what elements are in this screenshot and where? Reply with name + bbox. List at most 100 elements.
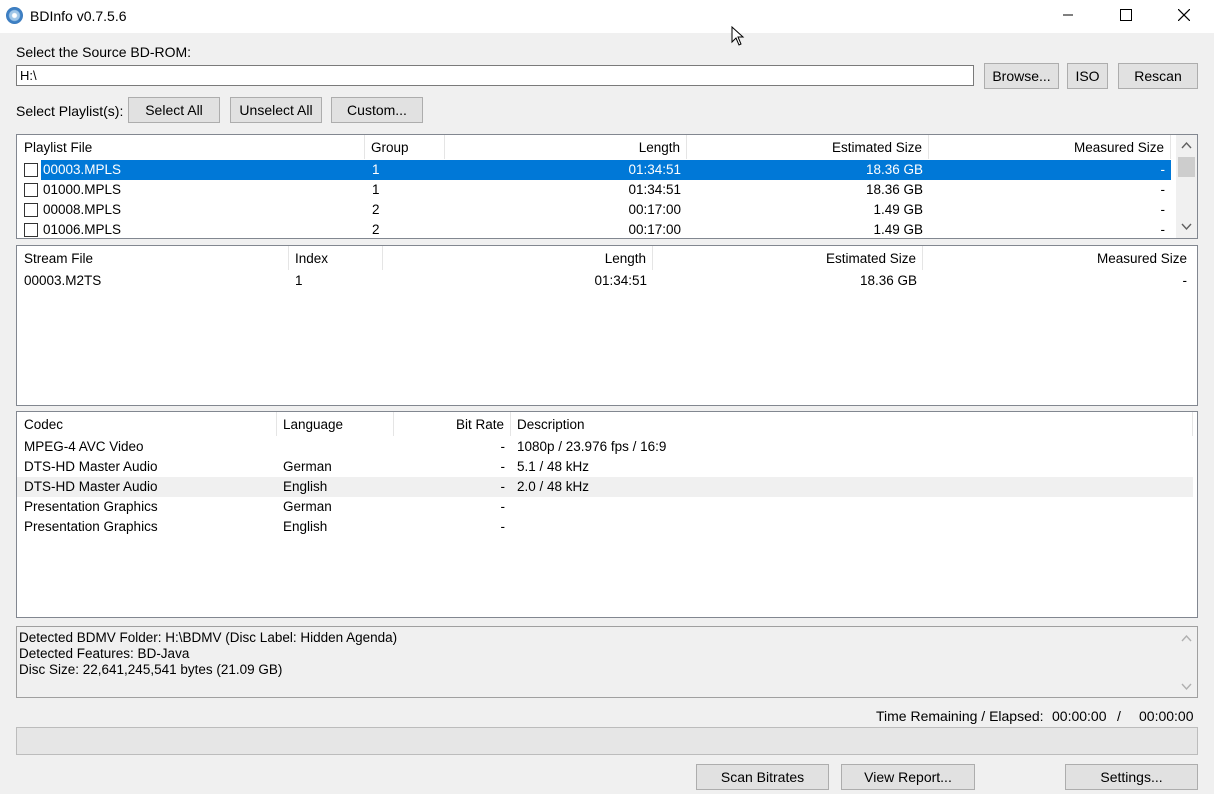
stream-length: 01:34:51 <box>594 273 647 288</box>
playlist-scrollbar[interactable] <box>1176 135 1197 238</box>
rescan-button[interactable]: Rescan <box>1118 63 1198 89</box>
playlist-checkbox[interactable] <box>24 183 38 197</box>
title-bar: BDInfo v0.7.5.6 <box>0 0 1214 33</box>
info-line-disc-size: Disc Size: 22,641,245,541 bytes (21.09 G… <box>19 662 283 677</box>
playlist-file: 01000.MPLS <box>43 182 122 197</box>
playlist-checkbox[interactable] <box>24 163 38 177</box>
playlist-row[interactable]: 01006.MPLS 2 00:17:00 1.49 GB - <box>17 220 1171 238</box>
codec-language: German <box>283 459 332 474</box>
chevron-up-icon[interactable] <box>1181 141 1192 149</box>
time-elapsed: 00:00:00 <box>1139 708 1194 724</box>
info-scrollbar[interactable] <box>1176 627 1197 697</box>
playlist-row[interactable]: 01000.MPLS 1 01:34:51 18.36 GB - <box>17 180 1171 200</box>
time-label: Time Remaining / Elapsed: <box>876 708 1044 724</box>
col-measured-size[interactable]: Measured Size <box>929 135 1171 159</box>
chevron-up-icon[interactable] <box>1181 634 1192 642</box>
scan-bitrates-button[interactable]: Scan Bitrates <box>696 764 829 790</box>
codec-bit-rate: - <box>500 439 506 454</box>
codec-table[interactable]: Codec Language Bit Rate Description MPEG… <box>16 411 1198 618</box>
maximize-button[interactable] <box>1097 0 1155 30</box>
playlist-estimated-size: 18.36 GB <box>865 182 923 197</box>
time-remaining: 00:00:00 <box>1052 708 1107 724</box>
playlist-length: 00:17:00 <box>628 202 681 217</box>
stream-row[interactable]: 00003.M2TS 1 01:34:51 18.36 GB - <box>17 271 1197 291</box>
stream-estimated-size: 18.36 GB <box>859 273 917 288</box>
select-all-button[interactable]: Select All <box>128 97 220 123</box>
playlist-label: Select Playlist(s): <box>16 103 124 119</box>
col-stream-length[interactable]: Length <box>383 246 653 270</box>
playlist-file: 00003.MPLS <box>43 162 122 177</box>
source-path-input[interactable]: H:\ <box>16 65 974 86</box>
playlist-row[interactable]: 00003.MPLS 1 01:34:51 18.36 GB - <box>17 160 1171 180</box>
playlist-table[interactable]: Playlist File Group Length Estimated Siz… <box>16 134 1198 239</box>
iso-button[interactable]: ISO <box>1067 63 1108 89</box>
playlist-row[interactable]: 00008.MPLS 2 00:17:00 1.49 GB - <box>17 200 1171 220</box>
stream-measured-size: - <box>1182 273 1188 288</box>
col-codec[interactable]: Codec <box>17 412 277 436</box>
disc-info-textarea[interactable]: Detected BDMV Folder: H:\BDMV (Disc Labe… <box>16 626 1198 698</box>
scan-progress-bar <box>16 727 1198 755</box>
col-stream-measured-size[interactable]: Measured Size <box>923 246 1193 270</box>
col-description[interactable]: Description <box>511 412 1193 436</box>
playlist-length: 01:34:51 <box>628 182 681 197</box>
playlist-checkbox[interactable] <box>24 223 38 237</box>
codec-language: English <box>283 519 328 534</box>
codec-description: 1080p / 23.976 fps / 16:9 <box>517 439 667 454</box>
col-bit-rate[interactable]: Bit Rate <box>394 412 511 436</box>
browse-button[interactable]: Browse... <box>984 63 1059 89</box>
custom-button[interactable]: Custom... <box>331 97 423 123</box>
codec-row[interactable]: DTS-HD Master Audio English - 2.0 / 48 k… <box>17 477 1193 497</box>
scrollbar-thumb[interactable] <box>1178 157 1195 177</box>
chevron-down-icon[interactable] <box>1181 223 1192 231</box>
playlist-group: 2 <box>372 202 380 217</box>
col-estimated-size[interactable]: Estimated Size <box>687 135 929 159</box>
settings-button[interactable]: Settings... <box>1065 764 1198 790</box>
close-icon <box>1178 9 1190 21</box>
playlist-group: 1 <box>372 162 380 177</box>
codec-row[interactable]: Presentation Graphics English - <box>17 517 1193 537</box>
stream-table[interactable]: Stream File Index Length Estimated Size … <box>16 245 1198 406</box>
time-separator: / <box>1117 708 1121 724</box>
minimize-button[interactable] <box>1039 0 1097 30</box>
codec-name: MPEG-4 AVC Video <box>24 439 144 454</box>
playlist-file: 01006.MPLS <box>43 222 122 237</box>
playlist-checkbox[interactable] <box>24 203 38 217</box>
playlist-group: 1 <box>372 182 380 197</box>
chevron-down-icon[interactable] <box>1181 683 1192 691</box>
col-length[interactable]: Length <box>445 135 687 159</box>
codec-language: German <box>283 499 332 514</box>
playlist-measured-size: - <box>1160 162 1166 177</box>
codec-language: English <box>283 479 328 494</box>
col-stream-file[interactable]: Stream File <box>17 246 289 270</box>
codec-bit-rate: - <box>500 499 506 514</box>
col-language[interactable]: Language <box>277 412 394 436</box>
col-group[interactable]: Group <box>365 135 445 159</box>
codec-description: 2.0 / 48 kHz <box>517 479 590 494</box>
playlist-length: 00:17:00 <box>628 222 681 237</box>
playlist-measured-size: - <box>1160 182 1166 197</box>
view-report-button[interactable]: View Report... <box>841 764 975 790</box>
unselect-all-button[interactable]: Unselect All <box>230 97 322 123</box>
maximize-icon <box>1120 9 1132 21</box>
codec-row[interactable]: MPEG-4 AVC Video - 1080p / 23.976 fps / … <box>17 437 1193 457</box>
playlist-file: 00008.MPLS <box>43 202 122 217</box>
codec-row[interactable]: Presentation Graphics German - <box>17 497 1193 517</box>
codec-name: DTS-HD Master Audio <box>24 459 158 474</box>
playlist-length: 01:34:51 <box>628 162 681 177</box>
playlist-group: 2 <box>372 222 380 237</box>
col-playlist-file[interactable]: Playlist File <box>17 135 365 159</box>
window-title: BDInfo v0.7.5.6 <box>30 8 127 24</box>
bd-disc-icon <box>6 7 23 24</box>
info-line-bdmv-folder: Detected BDMV Folder: H:\BDMV (Disc Labe… <box>19 630 398 645</box>
col-index[interactable]: Index <box>289 246 383 270</box>
minimize-icon <box>1063 14 1073 16</box>
codec-row[interactable]: DTS-HD Master Audio German - 5.1 / 48 kH… <box>17 457 1193 477</box>
playlist-estimated-size: 1.49 GB <box>873 202 923 217</box>
codec-bit-rate: - <box>500 519 506 534</box>
info-line-features: Detected Features: BD-Java <box>19 646 190 661</box>
mouse-cursor-icon <box>731 26 745 46</box>
col-stream-estimated-size[interactable]: Estimated Size <box>653 246 923 270</box>
close-button[interactable] <box>1155 0 1213 30</box>
stream-file: 00003.M2TS <box>24 273 102 288</box>
codec-name: DTS-HD Master Audio <box>24 479 158 494</box>
